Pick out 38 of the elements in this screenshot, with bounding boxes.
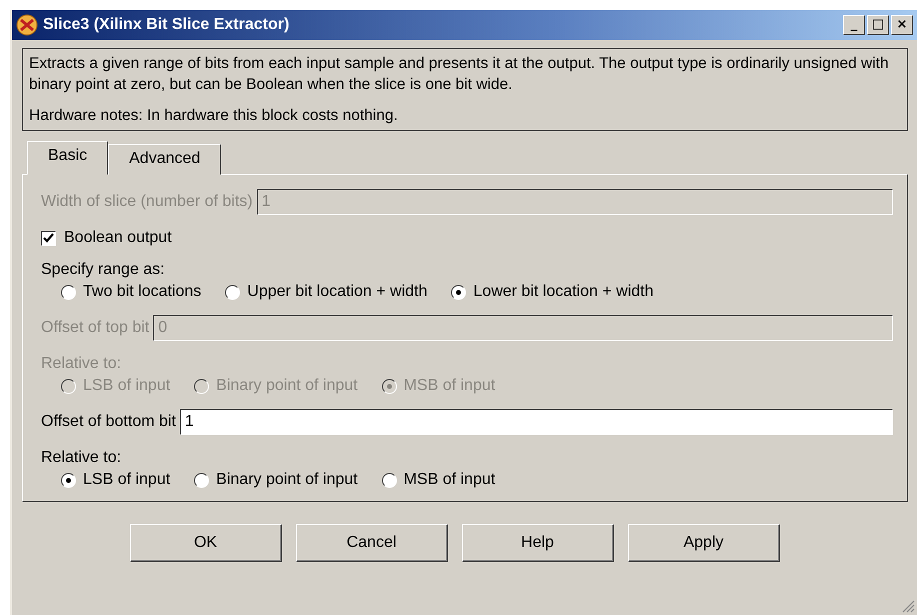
checkbox-label: Boolean output [64,229,172,247]
radio-label: Binary point of input [216,377,358,395]
resize-grip-icon[interactable] [901,599,915,613]
radio-label: Lower bit location + width [473,283,654,301]
radio-label: MSB of input [404,377,496,395]
radio-button[interactable] [61,284,76,300]
radio-label: Two bit locations [83,283,202,301]
checkbox[interactable] [41,230,56,246]
dialog-button[interactable]: Cancel [296,524,448,562]
group-label: Relative to: [41,355,122,373]
app-icon [16,14,38,36]
field-label: Offset of top bit [41,319,150,337]
maximize-button[interactable]: □ [867,15,889,35]
description-text: Extracts a given range of bits from each input sample and presents it at the output. The output type is ordinarily unsigned with binary point at zero, but can be Boolean when the slice is one bit wide. [29,54,890,95]
radio-button[interactable] [382,472,397,488]
dialog-button[interactable]: OK [130,524,282,562]
dialog-button[interactable]: Help [462,524,614,562]
radio-label: LSB of input [83,471,170,489]
radio-label: LSB of input [83,377,170,395]
tab[interactable]: Basic [27,141,108,175]
field-label: Width of slice (number of bits) [41,193,253,211]
radio-button[interactable] [194,472,210,488]
description-text: Hardware notes: In hardware this block costs nothing. [29,106,399,126]
close-button[interactable]: × [891,15,913,35]
radio-label: MSB of input [404,471,496,489]
group-label: Specify range as: [41,261,166,279]
radio-label: Upper bit location + width [247,283,428,301]
radio-button[interactable] [225,284,240,300]
dialog-button[interactable]: Apply [628,524,780,562]
window-title: Slice3 (Xilinx Bit Slice Extractor) [43,16,290,34]
group-label: Relative to: [41,449,122,467]
radio-label: Binary point of input [216,471,358,489]
input-field[interactable]: 1 [180,409,893,435]
field-label: Offset of bottom bit [41,413,176,431]
radio-button[interactable] [451,284,466,300]
minimize-button[interactable]: _ [843,15,865,35]
tab[interactable]: Advanced [108,144,222,175]
radio-button[interactable] [61,472,76,488]
